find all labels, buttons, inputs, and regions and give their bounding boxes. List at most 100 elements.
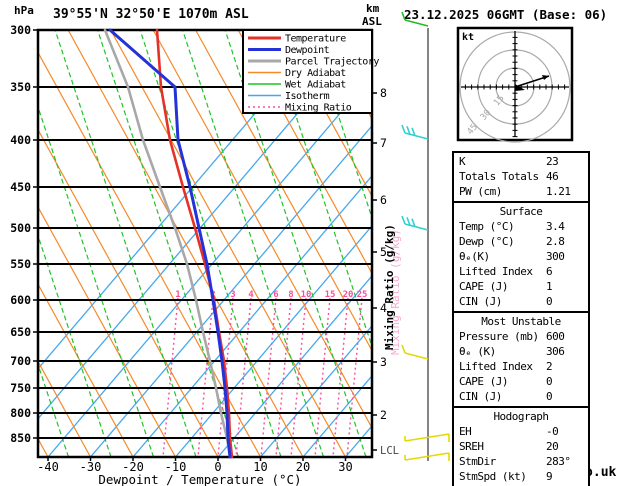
- table-row-label: CIN (J): [459, 295, 502, 308]
- table-row-label: CIN (J): [459, 390, 502, 403]
- wind-barb: [401, 124, 429, 140]
- pressure-tick-label: 850: [10, 431, 31, 445]
- sounding-indices-table: K 23 Totals Totals 46 PW (cm) 1.21 Surface Temp…: [452, 151, 590, 486]
- table-row-label: StmSpd (kt): [459, 470, 527, 483]
- table-section-most-unstable: Most Unstable Pressure (mb) 600 θₑ (K) 306 Li…: [454, 311, 588, 406]
- table-row-value: 1.21: [546, 185, 571, 198]
- mixing-ratio-value-label: 6: [273, 290, 278, 300]
- table-row-value: 0: [546, 295, 553, 308]
- mixing-ratio-value-label: 1: [175, 290, 180, 300]
- km-tick-label: 8: [380, 86, 387, 100]
- table-row: θₑ(K) 300: [454, 249, 588, 264]
- table-row-label: SREH: [459, 440, 484, 453]
- table-section-header: Most Unstable: [481, 315, 561, 328]
- table-row: Lifted Index 6: [454, 264, 588, 279]
- table-row-value: 600: [546, 330, 565, 343]
- table-row: θₑ (K) 306: [454, 344, 588, 359]
- table-row: StmDir 283°: [454, 454, 588, 469]
- pressure-tick-label: 300: [10, 23, 31, 37]
- wind-barb: [404, 433, 450, 442]
- table-row-value: 2.8: [546, 235, 565, 248]
- table-row-value: 0: [546, 390, 553, 403]
- mixing-ratio-line: [275, 297, 292, 457]
- wet-adiabat-line: [38, 105, 155, 457]
- table-row-value: 6: [546, 265, 553, 278]
- mixing-ratio-line: [290, 297, 307, 457]
- legend-label: Dry Adiabat: [285, 68, 346, 79]
- pressure-tick-label: 500: [10, 221, 31, 235]
- table-row-label: Temp (°C): [459, 220, 515, 233]
- mixing-ratio-axis-label: Mixing Ratio (g/kg): [383, 224, 396, 350]
- table-row-value: 23: [546, 155, 559, 168]
- pressure-tick-label: 550: [10, 257, 31, 271]
- legend-label: Isotherm: [285, 91, 330, 102]
- km-tick-label: 7: [380, 136, 387, 150]
- wind-barb: [401, 11, 429, 27]
- wind-barb: [401, 344, 429, 360]
- mixing-ratio-value-label: 10: [301, 290, 312, 300]
- table-section-header: Hodograph: [493, 410, 549, 423]
- table-row-value: 2: [546, 360, 553, 373]
- skewt-sounding-page: { "titles": { "pressure_unit": "hPa", "l…: [0, 0, 629, 486]
- table-row-value: 300: [546, 250, 565, 263]
- dewpoint-curve: [108, 28, 232, 459]
- pressure-tick-label: 750: [10, 381, 31, 395]
- table-row-label: θₑ (K): [459, 345, 496, 358]
- mixing-ratio-line: [332, 297, 349, 457]
- km-tick-label: 3: [380, 355, 387, 369]
- legend-label: Mixing Ratio: [285, 103, 352, 114]
- table-row-value: 3.4: [546, 220, 565, 233]
- table-row-value: 0: [546, 375, 553, 388]
- table-row-value: 9: [546, 470, 553, 483]
- table-row-label: Pressure (mb): [459, 330, 539, 343]
- mixing-ratio-value-label: 15: [325, 290, 336, 300]
- table-row: Dewp (°C) 2.8: [454, 234, 588, 249]
- table-row: Lifted Index 2: [454, 359, 588, 374]
- legend-label: Parcel Trajectory: [285, 57, 379, 68]
- table-section-hodograph: Hodograph EH -0 SREH 20 StmDir 283° StmSpd (kt)…: [454, 406, 588, 486]
- table-row: EH -0: [454, 424, 588, 439]
- pressure-tick-label: 700: [10, 354, 31, 368]
- table-row-value: -0: [546, 425, 559, 438]
- table-row-label: Dewp (°C): [459, 235, 515, 248]
- km-tick-label: 6: [380, 193, 387, 207]
- mixing-ratio-line: [346, 297, 363, 457]
- pressure-tick-label: 600: [10, 293, 31, 307]
- wind-barb: [404, 452, 450, 461]
- table-row: Totals Totals 46: [454, 169, 588, 184]
- table-row-label: Lifted Index: [459, 360, 533, 373]
- xaxis-title: Dewpoint / Temperature (°C): [98, 472, 301, 486]
- mixing-ratio-value-label: 8: [288, 290, 293, 300]
- table-row: K 23: [454, 154, 588, 169]
- dry-adiabat-line: [0, 30, 6, 457]
- mixing-ratio-value-label: 25: [357, 290, 368, 300]
- table-row-label: PW (cm): [459, 185, 502, 198]
- table-row: SREH 20: [454, 439, 588, 454]
- table-row: Temp (°C) 3.4: [454, 219, 588, 234]
- legend-label: Temperature: [285, 34, 346, 45]
- table-row-label: StmDir: [459, 455, 496, 468]
- hodograph-unit-label: kt: [462, 32, 474, 43]
- table-row-label: θₑ(K): [459, 250, 490, 263]
- table-row-label: CAPE (J): [459, 375, 508, 388]
- km-tick-label: 2: [380, 408, 387, 422]
- table-row: StmSpd (kt) 9: [454, 469, 588, 484]
- temp-tick-label: 30: [338, 460, 352, 474]
- legend-label: Dewpoint: [285, 45, 330, 56]
- table-row-label: EH: [459, 425, 472, 438]
- table-row: CAPE (J) 1: [454, 279, 588, 294]
- table-row-value: 306: [546, 345, 565, 358]
- pressure-tick-label: 800: [10, 406, 31, 420]
- table-row-label: Totals Totals: [459, 170, 539, 183]
- mixing-ratio-value-label: 4: [248, 290, 254, 300]
- table-row: Pressure (mb) 600: [454, 329, 588, 344]
- pressure-tick-label: 350: [10, 80, 31, 94]
- isotherm-line: [601, 30, 629, 457]
- table-section-surface: Surface Temp (°C) 3.4 Dewp (°C) 2.8 θₑ(K) 300 L…: [454, 201, 588, 311]
- legend-label: Wet Adiabat: [285, 80, 346, 91]
- table-row-label: Lifted Index: [459, 265, 533, 278]
- table-row-value: 20: [546, 440, 559, 453]
- mixing-ratio-value-label: 20: [343, 290, 354, 300]
- table-row-value: 283°: [546, 455, 571, 468]
- mixing-ratio-line: [162, 297, 179, 457]
